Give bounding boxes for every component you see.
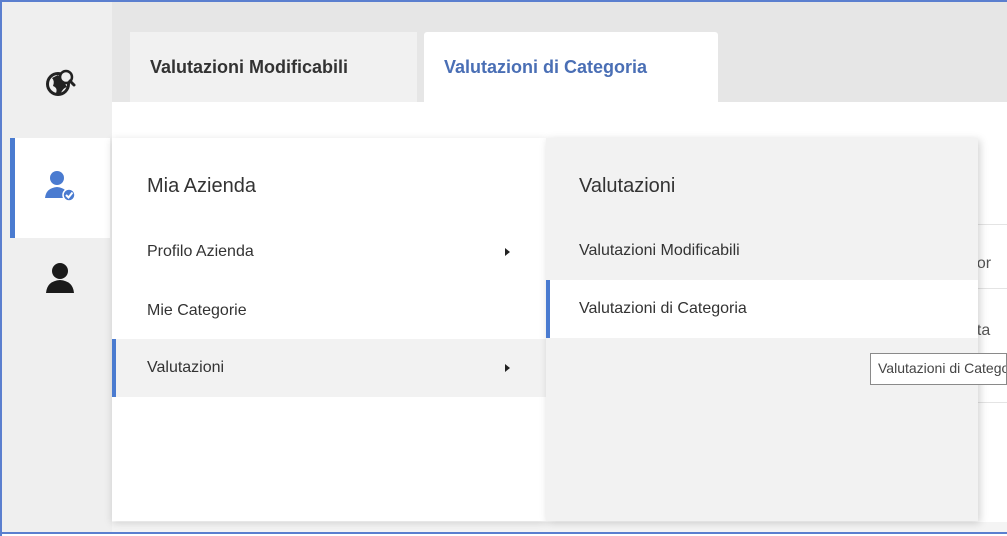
- hover-indicator: [546, 280, 550, 338]
- user-check-icon: [42, 168, 78, 209]
- rail-item-company[interactable]: [10, 138, 110, 238]
- window-border-bottom: [0, 532, 1007, 534]
- menu-item-profilo-azienda[interactable]: Profilo Azienda: [112, 222, 546, 282]
- submenu-item-label: Valutazioni Modificabili: [579, 242, 740, 259]
- globe-search-icon: [43, 66, 77, 105]
- submenu-item-valutazioni-modificabili[interactable]: Valutazioni Modificabili: [546, 222, 978, 280]
- menu-panel: Mia Azienda Profilo Azienda Mie Categori…: [112, 138, 546, 521]
- user-icon: [43, 261, 77, 300]
- tab-label: Valutazioni di Categoria: [444, 56, 648, 77]
- window-border-left: [0, 0, 2, 536]
- caret-right-icon: [505, 364, 510, 372]
- submenu-item-label: Valutazioni di Categoria: [579, 300, 747, 317]
- tooltip: Valutazioni di Categoria: [870, 353, 1007, 385]
- menu-item-valutazioni[interactable]: Valutazioni: [112, 339, 546, 397]
- tab-label: Valutazioni Modificabili: [150, 56, 349, 77]
- tab-valutazioni-di-categoria[interactable]: Valutazioni di Categoria: [424, 32, 718, 102]
- selected-indicator: [112, 339, 116, 397]
- caret-right-icon: [505, 248, 510, 256]
- active-rail-indicator: [10, 138, 15, 238]
- submenu-item-valutazioni-di-categoria[interactable]: Valutazioni di Categoria: [546, 280, 978, 338]
- tab-valutazioni-modificabili[interactable]: Valutazioni Modificabili: [130, 32, 417, 102]
- menu-item-mie-categorie[interactable]: Mie Categorie: [112, 282, 546, 340]
- menu-item-label: Valutazioni: [147, 359, 225, 376]
- menu-title: Mia Azienda: [147, 175, 256, 197]
- window-border-top: [0, 0, 1007, 2]
- menu-item-label: Profilo Azienda: [147, 243, 254, 260]
- submenu-title: Valutazioni: [579, 175, 676, 197]
- tooltip-text: Valutazioni di Categoria: [878, 360, 1006, 376]
- rail-item-profile[interactable]: [10, 245, 110, 315]
- menu-item-label: Mie Categorie: [147, 302, 247, 319]
- submenu-panel: Valutazioni Valutazioni Modificabili Val…: [546, 138, 978, 521]
- rail-item-search[interactable]: [10, 40, 110, 130]
